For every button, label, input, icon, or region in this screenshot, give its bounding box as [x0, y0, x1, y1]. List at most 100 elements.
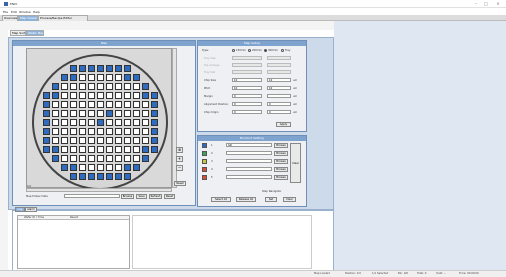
side-reset-button[interactable]: Reset	[174, 181, 186, 186]
die-cell[interactable]	[70, 119, 77, 126]
die-cell[interactable]	[133, 110, 140, 117]
die-cell[interactable]	[133, 92, 140, 99]
bin-name-select[interactable]	[226, 175, 272, 179]
setting-input-1[interactable]: 0	[232, 94, 262, 98]
set-button[interactable]: Set	[265, 197, 277, 202]
bin-color-swatch[interactable]	[202, 159, 207, 164]
type-radio-300[interactable]	[264, 49, 267, 52]
die-cell[interactable]	[88, 83, 95, 90]
close-button[interactable]: ×	[494, 1, 502, 7]
die-cell[interactable]	[43, 110, 50, 117]
die-cell[interactable]	[115, 128, 122, 135]
die-cell[interactable]	[61, 74, 68, 81]
die-cell[interactable]	[124, 83, 131, 90]
die-cell[interactable]	[124, 101, 131, 108]
die-cell[interactable]	[61, 83, 68, 90]
die-cell[interactable]	[142, 137, 149, 144]
die-cell[interactable]	[124, 65, 131, 72]
die-cell[interactable]	[61, 110, 68, 117]
side-clear-button[interactable]: Clear	[290, 143, 301, 183]
die-cell[interactable]	[124, 164, 131, 171]
die-cell[interactable]	[88, 101, 95, 108]
die-cell[interactable]	[133, 83, 140, 90]
setting-input-1[interactable]: 0	[232, 102, 262, 106]
die-cell[interactable]	[142, 146, 149, 153]
setting-input-2[interactable]: 0	[267, 110, 291, 114]
die-cell[interactable]	[106, 137, 113, 144]
map-horizontal-scrollbar[interactable]	[26, 188, 172, 192]
menu-edit[interactable]: Edit	[11, 10, 17, 14]
die-cell[interactable]	[142, 155, 149, 162]
die-cell[interactable]	[88, 173, 95, 180]
refresh-button[interactable]: Refresh	[149, 194, 162, 199]
die-cell[interactable]	[52, 110, 59, 117]
die-cell[interactable]	[70, 110, 77, 117]
die-cell[interactable]	[79, 164, 86, 171]
die-cell[interactable]	[61, 164, 68, 171]
die-cell[interactable]	[88, 119, 95, 126]
die-cell[interactable]	[79, 128, 86, 135]
die-cell[interactable]	[115, 92, 122, 99]
die-cell[interactable]	[70, 128, 77, 135]
die-cell[interactable]	[70, 83, 77, 90]
bin-browse-button[interactable]: Browse	[274, 151, 288, 156]
save-button[interactable]: Save	[136, 194, 147, 199]
setting-input-1[interactable]: 10	[232, 78, 262, 82]
die-cell[interactable]	[43, 119, 50, 126]
die-cell[interactable]	[97, 92, 104, 99]
type-radio-150[interactable]	[232, 49, 235, 52]
setting-input-2[interactable]: 10	[267, 86, 291, 90]
menu-window[interactable]: Window	[19, 10, 31, 14]
die-cell[interactable]	[115, 74, 122, 81]
bin-name-select[interactable]: GD	[226, 143, 272, 147]
die-cell[interactable]	[88, 164, 95, 171]
maximize-button[interactable]: □	[482, 1, 490, 7]
bin-browse-button[interactable]: Browse	[274, 175, 288, 180]
die-cell[interactable]	[70, 137, 77, 144]
subtab-wafer-map[interactable]: Wafer Map	[26, 30, 44, 36]
die-cell[interactable]	[97, 83, 104, 90]
die-cell[interactable]	[79, 74, 86, 81]
die-cell[interactable]	[43, 146, 50, 153]
die-cell[interactable]	[115, 83, 122, 90]
release-all-button[interactable]: Release All	[236, 197, 256, 202]
setting-input-1[interactable]: 10	[232, 86, 262, 90]
die-cell[interactable]	[106, 155, 113, 162]
die-cell[interactable]	[142, 101, 149, 108]
die-cell[interactable]	[70, 146, 77, 153]
die-cell[interactable]	[151, 119, 158, 126]
die-cell[interactable]	[79, 173, 86, 180]
die-cell[interactable]	[115, 65, 122, 72]
die-cell[interactable]	[97, 101, 104, 108]
die-cell[interactable]	[97, 110, 104, 117]
bin-color-swatch[interactable]	[202, 143, 207, 148]
die-cell[interactable]	[115, 101, 122, 108]
die-cell[interactable]	[124, 173, 131, 180]
die-cell[interactable]	[115, 137, 122, 144]
die-cell[interactable]	[70, 74, 77, 81]
apply-button[interactable]: Apply	[276, 122, 291, 127]
tab-alarm[interactable]: Alarm	[25, 207, 37, 212]
browse-button[interactable]: Browse	[121, 194, 134, 199]
die-cell[interactable]	[70, 155, 77, 162]
die-cell[interactable]	[97, 119, 104, 126]
die-cell[interactable]	[124, 74, 131, 81]
die-cell[interactable]	[61, 92, 68, 99]
setting-input-2[interactable]	[267, 94, 291, 98]
die-cell[interactable]	[61, 101, 68, 108]
die-cell[interactable]	[151, 101, 158, 108]
bin-name-select[interactable]	[226, 167, 272, 171]
die-cell[interactable]	[115, 173, 122, 180]
die-cell[interactable]	[79, 137, 86, 144]
die-cell[interactable]	[133, 74, 140, 81]
clear-button[interactable]: Clear	[283, 197, 296, 202]
bin-color-swatch[interactable]	[202, 151, 207, 156]
type-radio-200[interactable]	[248, 49, 251, 52]
bin-browse-button[interactable]: Browse	[274, 143, 288, 148]
die-cell[interactable]	[52, 137, 59, 144]
die-cell[interactable]	[88, 155, 95, 162]
menu-file[interactable]: File	[3, 10, 8, 14]
die-cell[interactable]	[106, 110, 113, 117]
log-table[interactable]: Wafer ID / Time Result	[17, 215, 130, 269]
die-cell[interactable]	[151, 146, 158, 153]
